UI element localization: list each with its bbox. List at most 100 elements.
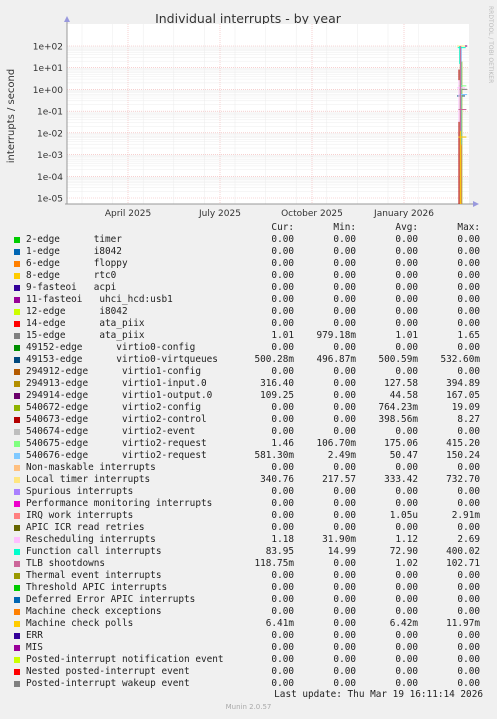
legend-min-value: 0.00 — [333, 246, 356, 257]
legend-avg-value: 0.00 — [395, 666, 418, 677]
legend-series-name: Machine check polls — [26, 618, 134, 629]
legend-row: 2-edge timer 0.00 0.00 0.00 0.00 — [14, 234, 484, 246]
legend-avg-value: 0.00 — [395, 642, 418, 653]
legend-avg-value: 175.06 — [384, 438, 418, 449]
legend-series-name: 540673-edge virtio2-control — [26, 414, 207, 425]
legend-row: APIC ICR read retries 0.00 0.00 0.00 0.00 — [14, 522, 484, 534]
legend-swatch — [14, 477, 20, 483]
legend-max-value: 0.00 — [457, 306, 480, 317]
legend-series-name: Machine check exceptions — [26, 606, 162, 617]
legend-swatch — [14, 441, 20, 447]
legend-swatch — [14, 597, 20, 603]
legend-cur-value: 0.00 — [271, 570, 294, 581]
legend-swatch — [14, 309, 20, 315]
legend-min-value: 0.00 — [333, 342, 356, 353]
legend-swatch — [14, 609, 20, 615]
legend-swatch — [14, 525, 20, 531]
legend-max-value: 0.00 — [457, 366, 480, 377]
legend-min-value: 0.00 — [333, 594, 356, 605]
x-tick-label: October 2025 — [281, 209, 343, 219]
legend-max-value: 0.00 — [457, 258, 480, 269]
legend-row: MIS 0.00 0.00 0.00 0.00 — [14, 642, 484, 654]
legend-avg-value: 0.00 — [395, 486, 418, 497]
legend-swatch — [14, 405, 20, 411]
legend-min-value: 0.00 — [333, 498, 356, 509]
legend-series-name: Threshold APIC interrupts — [26, 582, 168, 593]
legend-row: 11-fasteoi uhci_hcd:usb1 0.00 0.00 0.00 0.00 — [14, 294, 484, 306]
legend-avg-value: 72.90 — [389, 546, 418, 557]
legend-min-value: 0.00 — [333, 666, 356, 677]
legend-avg-value: 0.00 — [395, 234, 418, 245]
legend-cur-value: 500.28m — [254, 354, 294, 365]
legend-cur-value: 0.00 — [271, 414, 294, 425]
legend-swatch — [14, 273, 20, 279]
legend-min-value: 0.00 — [333, 606, 356, 617]
legend-cur-value: 0.00 — [271, 306, 294, 317]
legend-series-name: APIC ICR read retries — [26, 522, 145, 533]
legend-swatch — [14, 537, 20, 543]
legend-avg-value: 0.00 — [395, 258, 418, 269]
legend-series-name: Thermal event interrupts — [26, 570, 162, 581]
legend-cur-value: 0.00 — [271, 342, 294, 353]
legend-max-value: 415.20 — [446, 438, 480, 449]
legend-min-value: 0.00 — [333, 234, 356, 245]
legend-cur-value: 0.00 — [271, 282, 294, 293]
legend-max-value: 0.00 — [457, 630, 480, 641]
y-axis-arrow — [64, 16, 70, 22]
legend-min-value: 0.00 — [333, 366, 356, 377]
legend-row: 294912-edge virtio1-config 0.00 0.00 0.00 0.… — [14, 366, 484, 378]
legend-min-value: 0.00 — [333, 258, 356, 269]
legend-row: Posted-interrupt notification event 0.00 0… — [14, 654, 484, 666]
legend-max-value: 0.00 — [457, 426, 480, 437]
legend-avg-value: 0.00 — [395, 462, 418, 473]
legend-series-name: Performance monitoring interrupts — [26, 498, 213, 509]
legend-series-name: 6-edge floppy — [26, 258, 128, 269]
legend-series-name: Non-maskable interrupts — [26, 462, 156, 473]
legend-row: 9-fasteoi acpi 0.00 0.00 0.00 0.00 — [14, 282, 484, 294]
legend-min-value: 0.00 — [333, 294, 356, 305]
legend-min-value: 0.00 — [333, 270, 356, 281]
legend-cur-value: 0.00 — [271, 426, 294, 437]
legend-max-value: 102.71 — [446, 558, 480, 569]
y-tick-label: 1e+00 — [33, 86, 64, 96]
legend-avg-value: 398.56m — [378, 414, 418, 425]
legend-avg-value: 50.47 — [389, 450, 418, 461]
legend-cur-value: 0.00 — [271, 270, 294, 281]
legend-swatch — [14, 657, 20, 663]
legend-cur-value: 581.30m — [254, 450, 294, 461]
legend-row: Nested posted-interrupt event 0.00 0.00 0.0… — [14, 666, 484, 678]
legend-swatch — [14, 357, 20, 363]
legend-avg-value: 0.00 — [395, 630, 418, 641]
legend-min-value: 0.00 — [333, 390, 356, 401]
legend-cur-value: 0.00 — [271, 486, 294, 497]
legend-max-value: 0.00 — [457, 642, 480, 653]
legend-row: ERR 0.00 0.00 0.00 0.00 — [14, 630, 484, 642]
legend-max-value: 150.24 — [446, 450, 480, 461]
legend-series-name: TLB shootdowns — [26, 558, 106, 569]
legend-max-value: 0.00 — [457, 666, 480, 677]
legend-row: 14-edge ata_piix 0.00 0.00 0.00 0.00 — [14, 318, 484, 330]
legend-swatch — [14, 681, 20, 687]
legend-cur-value: 0.00 — [271, 642, 294, 653]
legend-avg-value: 0.00 — [395, 342, 418, 353]
legend-avg-value: 6.42m — [389, 618, 418, 629]
legend-min-value: 0.00 — [333, 282, 356, 293]
legend-min-value: 0.00 — [333, 642, 356, 653]
legend-series-name: Posted-interrupt wakeup event — [26, 678, 190, 689]
legend-avg-value: 500.59m — [378, 354, 418, 365]
legend-min-value: 0.00 — [333, 414, 356, 425]
legend-min-value: 979.18m — [316, 330, 356, 341]
legend-series-name: Function call interrupts — [26, 546, 162, 557]
legend-avg-value: 1.02 — [395, 558, 418, 569]
legend-row: Deferred Error APIC interrupts 0.00 0.00 0.… — [14, 594, 484, 606]
legend-max-value: 0.00 — [457, 270, 480, 281]
legend-series-name: Posted-interrupt notification event — [26, 654, 224, 665]
legend-series-name: Local timer interrupts — [26, 474, 151, 485]
legend-avg-value: 0.00 — [395, 294, 418, 305]
legend-swatch — [14, 645, 20, 651]
legend-cur-value: 1.18 — [271, 534, 294, 545]
legend-avg-value: 0.00 — [395, 306, 418, 317]
rrdtool-credit: RRDTOOL / TOBI OETIKER — [487, 6, 494, 84]
legend-max-value: 19.09 — [451, 402, 480, 413]
legend-max-value: 0.00 — [457, 522, 480, 533]
